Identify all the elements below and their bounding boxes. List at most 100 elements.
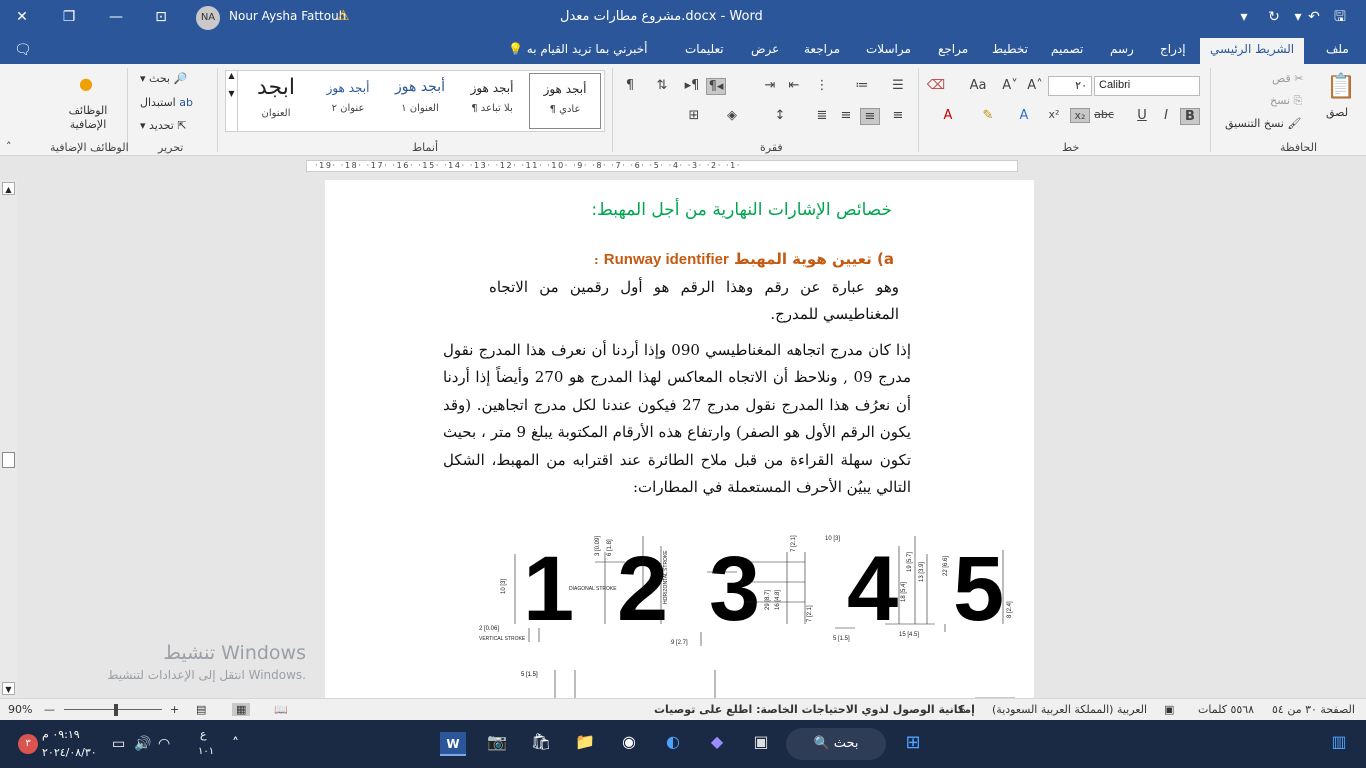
tab-review[interactable]: مراجعة [804, 42, 840, 56]
start-icon[interactable]: ⊞ [900, 732, 926, 756]
chrome-taskbar-icon[interactable]: ◉ [616, 732, 642, 756]
taskbar-search[interactable]: 🔍 بحث [786, 728, 886, 760]
comments-icon[interactable]: 🗨 [14, 42, 32, 58]
print-layout-icon[interactable]: ▦ [232, 703, 251, 716]
close-icon[interactable]: ✕ [8, 6, 36, 28]
zoom-level[interactable]: 90% [8, 703, 32, 716]
focus-icon[interactable]: ▤ [196, 703, 206, 716]
ltr-direction-icon[interactable]: ▸¶ [682, 78, 702, 93]
sort-icon[interactable]: ⇅ [652, 78, 672, 93]
zoom-slider[interactable] [64, 709, 162, 710]
align-left-icon[interactable]: ≡ [836, 108, 856, 123]
task-view-taskbar-icon[interactable]: ▣ [748, 732, 774, 756]
tab-view[interactable]: عرض [751, 42, 779, 56]
decrease-indent-icon[interactable]: ⇤ [784, 78, 804, 93]
style-normal[interactable]: أبجد هوز ¶ عادي [529, 73, 601, 129]
tab-file[interactable]: ملف [1326, 42, 1349, 56]
highlight-icon[interactable]: ✎ [978, 108, 998, 123]
copy-button[interactable]: نسخ ⎘ [1270, 94, 1302, 108]
style-title[interactable]: ابجد العنوان [240, 73, 312, 129]
avatar[interactable]: NA [196, 6, 220, 30]
warning-icon[interactable]: ⚠ [337, 8, 350, 24]
select-button[interactable]: ▾ تحديد ⇱ [140, 119, 187, 132]
tell-me-search[interactable]: 💡 أخبرني بما تريد القيام به [508, 42, 647, 56]
increase-indent-icon[interactable]: ⇥ [760, 78, 780, 93]
style-heading-2[interactable]: أبجد هوز عنوان ٢ [312, 73, 384, 129]
change-case-icon[interactable]: Aa [968, 78, 988, 93]
tab-home[interactable]: الشريط الرئيسي [1200, 38, 1305, 64]
strikethrough-icon[interactable]: abc [1094, 108, 1114, 121]
tab-layout[interactable]: تخطيط [992, 42, 1028, 56]
italic-icon[interactable]: I [1156, 108, 1176, 123]
style-no-spacing[interactable]: أبجد هوز ¶ بلا تباعد [456, 73, 528, 129]
show-marks-icon[interactable]: ¶ [620, 78, 640, 93]
subscript-icon[interactable]: x₂ [1070, 108, 1090, 123]
addins-icon[interactable]: ● [76, 74, 96, 93]
justify-icon[interactable]: ≣ [812, 108, 832, 123]
text-effects-icon[interactable]: A [1014, 108, 1034, 123]
align-right-icon[interactable]: ≡ [888, 108, 908, 123]
store-taskbar-icon[interactable]: 🛍 [528, 732, 554, 756]
zoom-slider-thumb[interactable] [114, 704, 118, 716]
proofing-icon[interactable]: ▣ [1164, 703, 1174, 716]
bullets-icon[interactable]: ☰ [888, 78, 908, 93]
page-number[interactable]: الصفحة ٣٠ من ٥٤ [1272, 703, 1355, 716]
word-count[interactable]: ٥٥٦٨ كلمات [1198, 703, 1254, 716]
tab-draw[interactable]: رسم [1110, 42, 1134, 56]
tab-help[interactable]: تعليمات [685, 42, 724, 56]
input-layout[interactable]: ١٠١ [198, 746, 214, 757]
horizontal-ruler[interactable]: ·19· ·18· ·17· ·16· ·15· ·14· ·13· ·12· … [306, 160, 1018, 172]
save-icon[interactable]: 🖫 [1326, 6, 1354, 28]
restore-icon[interactable]: ❐ [55, 6, 83, 28]
undo-icon[interactable]: ↶ [1300, 6, 1328, 28]
widgets-icon[interactable]: ▥ [1326, 732, 1352, 756]
tab-insert[interactable]: إدراج [1160, 42, 1186, 56]
tab-mailings[interactable]: مراسلات [866, 42, 911, 56]
cut-button[interactable]: قص ✂ [1272, 72, 1303, 85]
camera-taskbar-icon[interactable]: 📷 [484, 732, 510, 756]
user-name[interactable]: Nour Aysha Fattouh [229, 9, 346, 23]
styles-scroll[interactable]: ▲ ▼ [226, 71, 238, 131]
accessibility-icon[interactable]: ♿ [958, 703, 968, 716]
numbering-icon[interactable]: ≔ [852, 78, 872, 93]
tab-design[interactable]: تصميم [1051, 42, 1083, 56]
shrink-font-icon[interactable]: A˅ [1000, 78, 1020, 93]
clear-formatting-icon[interactable]: ⌫ [926, 78, 946, 93]
multilevel-list-icon[interactable]: ⋮ [812, 78, 832, 93]
tab-references[interactable]: مراجع [938, 42, 968, 56]
accessibility-status[interactable]: إمكانية الوصول لذوي الاحتياجات الخاصة: ا… [654, 703, 975, 716]
edge-taskbar-icon[interactable]: ◐ [660, 732, 686, 756]
font-name-combo[interactable]: Calibri [1094, 76, 1200, 96]
word-taskbar-icon[interactable]: W [440, 732, 466, 756]
line-spacing-icon[interactable]: ↕ [770, 108, 790, 123]
document-page[interactable]: خصائص الإشارات النهارية من أجل المهبط: a… [325, 180, 1034, 700]
scroll-thumb[interactable] [2, 452, 15, 468]
addins-button[interactable]: الوظائف الإضافية [66, 104, 110, 132]
ribbon-display-icon[interactable]: ⊡ [147, 6, 175, 28]
grow-font-icon[interactable]: A˄ [1025, 78, 1045, 93]
read-mode-icon[interactable]: 📖 [274, 703, 288, 716]
paste-button[interactable]: لصق [1326, 106, 1348, 119]
bold-icon[interactable]: B [1180, 108, 1200, 125]
superscript-icon[interactable]: x² [1044, 108, 1064, 121]
file-explorer-taskbar-icon[interactable]: 📁 [572, 732, 598, 756]
format-painter-button[interactable]: نسخ التنسيق 🖌 [1225, 117, 1301, 130]
quick-access-dropdown-icon[interactable]: ▾ [1230, 6, 1258, 28]
clock-date[interactable]: ٢٠٢٤/٠٨/٣٠ [42, 746, 97, 759]
scroll-up-icon[interactable]: ▲ [2, 182, 15, 195]
font-color-icon[interactable]: A [938, 108, 958, 123]
input-language[interactable]: ع [200, 728, 207, 741]
replace-button[interactable]: استبدال ab [140, 96, 193, 109]
borders-icon[interactable]: ⊞ [684, 108, 704, 123]
shading-icon[interactable]: ◈ [722, 108, 742, 123]
scroll-down-icon[interactable]: ▼ [2, 682, 15, 695]
zoom-out-icon[interactable]: — [44, 703, 55, 716]
zoom-in-icon[interactable]: + [170, 703, 179, 716]
show-hidden-icons[interactable]: ˄ [232, 736, 239, 752]
minimize-icon[interactable]: — [102, 6, 130, 28]
collapse-ribbon-icon[interactable]: ˄ [6, 140, 12, 153]
underline-icon[interactable]: U [1132, 108, 1152, 123]
paste-icon[interactable]: 📋 [1326, 72, 1356, 100]
language-status[interactable]: العربية (المملكة العربية السعودية) [992, 703, 1147, 716]
chat-taskbar-icon[interactable]: ◆ [704, 732, 730, 756]
